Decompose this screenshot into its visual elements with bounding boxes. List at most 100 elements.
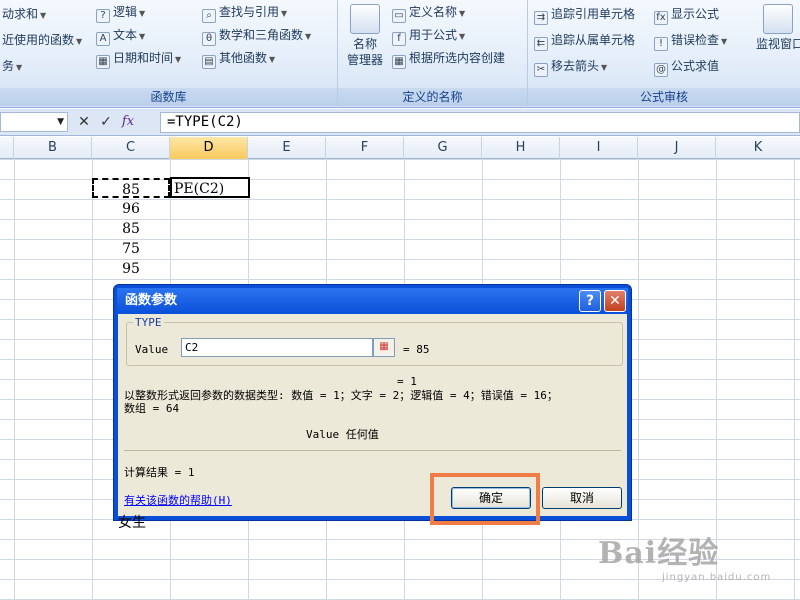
trace-precedents-label: 追踪引用单元格 [551,7,636,21]
function-description: 以整数形式返回参数的数据类型: 数值 = 1；文字 = 2；逻辑值 = 4；错误… [124,389,558,415]
dropdown-arrow-icon: ▼ [269,55,276,64]
define-name-button[interactable]: ▭ 定义名称 ▼ [392,2,466,23]
show-formulas-button[interactable]: fx 显示公式 [654,4,720,25]
column-header-f[interactable]: F [326,137,404,159]
column-header-c[interactable]: C [92,137,170,159]
dropdown-arrow-icon: ▼ [305,32,312,41]
dropdown-arrow-icon: ▼ [175,55,182,64]
insert-function-icon[interactable]: fx [118,112,138,132]
watermark-url: jingyan.baidu.com [662,572,772,583]
function-library-label: 函数库 [0,88,337,106]
dropdown-arrow-icon: ▼ [281,9,288,18]
trace-precedents-button[interactable]: ⇉ 追踪引用单元格 [534,4,636,25]
calendar-icon: ▦ [96,55,110,69]
column-header-k[interactable]: K [716,137,800,159]
help-link[interactable]: 有关该函数的帮助(H) [124,492,232,508]
cell-c-85-referenced[interactable]: 85 [92,178,170,198]
error-checking-label: 错误检查 [671,33,720,47]
cancel-button[interactable]: 取消 [542,487,622,509]
text-button[interactable]: A 文本 ▼ [96,25,146,46]
defined-names-group: 名称 管理器 ▭ 定义名称 ▼ f 用于公式 ▼ ▦ 根据所选内容创建 定义的名称 [338,0,528,108]
dropdown-arrow-icon: ▼ [601,63,608,72]
ribbon: 动求和 ▼ 近使用的函数 ▼ 务 ▼ ? 逻辑 ▼ A 文本 ▼ ▦ 日期和时间 ▼ ⌕ 查找与引用… [0,0,800,108]
math-label: 数学和三角函数 [219,28,304,42]
close-icon[interactable]: ✕ [604,290,626,312]
cell-c-96[interactable]: 96 [92,199,170,219]
cell-c-85[interactable]: 85 [92,219,170,239]
other-functions-button[interactable]: ▤ 其他函数 ▼ [202,48,276,69]
datetime-label: 日期和时间 [113,51,174,65]
column-header-g[interactable]: G [404,137,482,159]
create-from-selection-icon: ▦ [392,55,406,69]
create-from-selection-button[interactable]: ▦ 根据所选内容创建 [392,48,505,69]
autosum-label: 动求和 [2,7,39,21]
dialog-title: 函数参数 [117,288,628,314]
dropdown-arrow-icon: ▼ [721,37,728,46]
dropdown-arrow-icon: ▼ [459,32,466,41]
formula-auditing-label: 公式审核 [528,88,800,106]
recent-functions-label: 近使用的函数 [2,33,75,47]
help-icon[interactable]: ? [579,290,601,312]
function-name: TYPE [133,316,164,329]
function-library-group: 动求和 ▼ 近使用的函数 ▼ 务 ▼ ? 逻辑 ▼ A 文本 ▼ ▦ 日期和时间 ▼ ⌕ 查找与引用… [0,0,338,108]
lookup-button[interactable]: ⌕ 查找与引用 ▼ [202,2,288,23]
evaluate-formula-button[interactable]: @ 公式求值 [654,56,719,77]
financial-button[interactable]: 务 ▼ [2,56,22,76]
autosum-button[interactable]: 动求和 ▼ [2,4,46,24]
trace-dependents-icon: ⇇ [534,37,548,51]
logical-label: 逻辑 [113,5,138,19]
dropdown-arrow-icon: ▼ [139,32,146,41]
trace-dependents-button[interactable]: ⇇ 追踪从属单元格 [534,30,635,51]
theta-icon: θ [202,32,216,46]
name-manager-button[interactable]: 名称 管理器 [342,4,388,68]
cell-c-female[interactable]: 女生 [118,512,146,532]
value-input[interactable]: C2 [181,338,373,357]
financial-label: 务 [2,59,15,73]
separator [124,450,621,451]
watch-window-label: 监视窗口 [756,37,800,51]
remove-arrows-icon: ✂ [534,63,548,77]
name-manager-icon [350,4,380,34]
trace-precedents-icon: ⇉ [534,11,548,25]
cell-c-95[interactable]: 95 [92,259,170,279]
remove-arrows-button[interactable]: ✂ 移去箭头 ▼ [534,56,608,77]
cell-c-75[interactable]: 75 [92,239,170,259]
formula-auditing-group: ⇉ 追踪引用单元格 ⇇ 追踪从属单元格 ✂ 移去箭头 ▼ fx 显示公式 ! 错误检查 ▼ @… [528,0,800,108]
parameter-name: Value [306,428,340,441]
formula-result-preview: = 1 [397,375,417,388]
lookup-label: 查找与引用 [219,5,280,19]
enter-icon[interactable]: ✓ [96,112,116,132]
column-header-b[interactable]: B [14,137,92,159]
value-result: = 85 [403,343,430,356]
name-manager-label-1: 名称 [352,37,377,51]
error-checking-icon: ! [654,37,668,51]
formula-input[interactable]: =TYPE(C2) [160,112,800,133]
value-label: Value [135,343,169,356]
collapse-dialog-icon[interactable]: ▦ [373,338,395,357]
argument-group: TYPE Value C2 ▦ = 85 [126,316,623,366]
cancel-icon[interactable]: ✕ [74,112,94,132]
column-header-d[interactable]: D [170,137,248,159]
watermark-logo: Bai经验 [598,536,720,571]
dropdown-arrow-icon: ▼ [16,63,23,72]
datetime-button[interactable]: ▦ 日期和时间 ▼ [96,48,182,69]
column-headers: B C D E F G H I J K [0,137,800,159]
logical-button[interactable]: ? 逻辑 ▼ [96,2,145,23]
column-header-i[interactable]: I [560,137,638,159]
recent-functions-button[interactable]: 近使用的函数 ▼ [2,30,82,50]
column-header-e[interactable]: E [248,137,326,159]
math-button[interactable]: θ 数学和三角函数 ▼ [202,25,312,46]
text-icon: A [96,32,110,46]
active-cell-d[interactable]: PE(C2) [170,177,250,198]
other-functions-label: 其他函数 [219,51,268,65]
show-formulas-label: 显示公式 [671,7,720,21]
watch-window-icon [763,4,793,34]
column-header-h[interactable]: H [482,137,560,159]
error-checking-button[interactable]: ! 错误检查 ▼ [654,30,728,51]
name-box-dropdown[interactable]: ▼ [0,112,68,132]
watch-window-button[interactable]: 监视窗口 [756,4,800,52]
column-header-j[interactable]: J [638,137,716,159]
column-header-a-partial[interactable] [0,137,14,159]
dropdown-arrow-icon: ▼ [459,9,466,18]
use-in-formula-button[interactable]: f 用于公式 ▼ [392,25,466,46]
